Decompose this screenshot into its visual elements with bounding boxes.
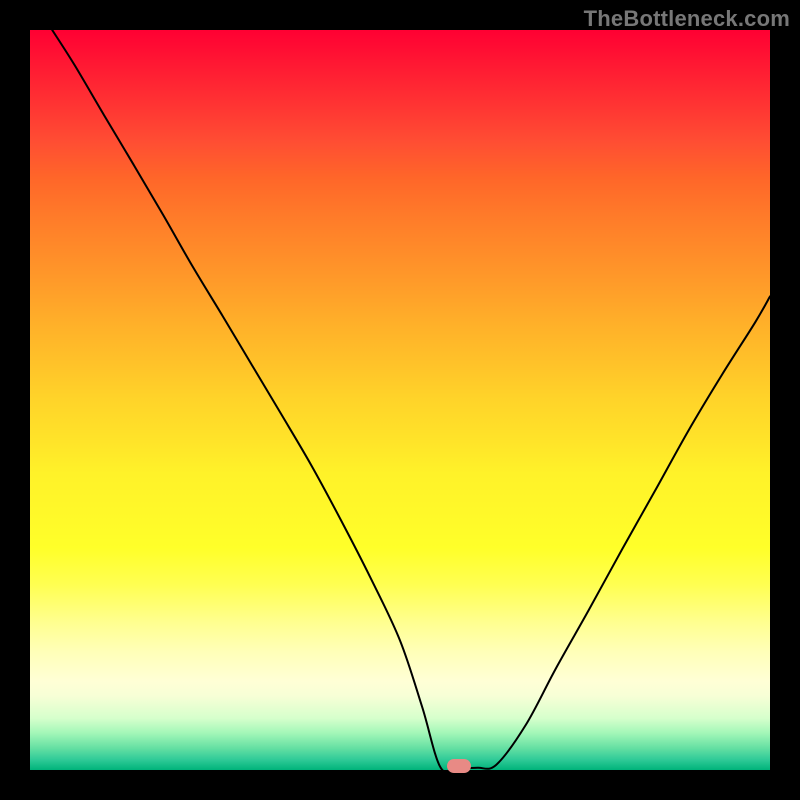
bottleneck-curve-path: [52, 30, 770, 770]
plot-area: [30, 30, 770, 770]
chart-frame: TheBottleneck.com: [0, 0, 800, 800]
curve-svg: [30, 30, 770, 770]
optimal-marker: [447, 759, 471, 773]
watermark-text: TheBottleneck.com: [584, 6, 790, 32]
